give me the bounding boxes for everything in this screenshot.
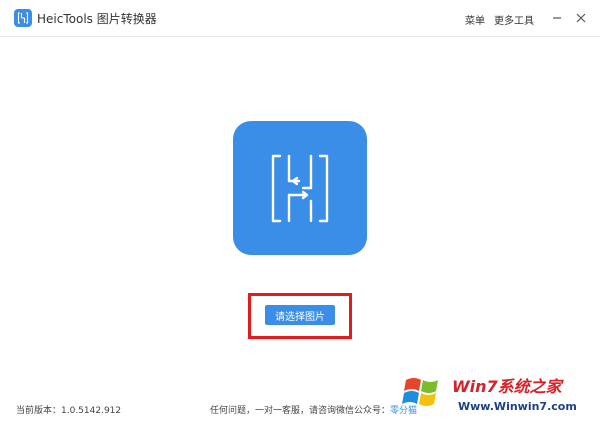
- menu-button[interactable]: 菜单: [465, 12, 485, 27]
- watermark-url: Www.Winwin7.com: [458, 400, 577, 413]
- title-bar: HeicTools 图片转换器 菜单 更多工具: [0, 0, 600, 37]
- select-image-button[interactable]: 请选择图片: [265, 305, 335, 325]
- minimize-icon[interactable]: [550, 10, 564, 24]
- contact-text: 任何问题，一对一客服，请咨询微信公众号：零分猫: [210, 403, 417, 416]
- close-icon[interactable]: [574, 10, 588, 24]
- heic-logo-icon: [14, 9, 32, 27]
- more-tools-button[interactable]: 更多工具: [494, 12, 534, 27]
- app-title: HeicTools 图片转换器: [37, 12, 157, 26]
- watermark-brand: Win7系统之家: [452, 377, 562, 396]
- contact-prefix: 任何问题，一对一客服，请咨询微信公众号：: [210, 406, 391, 416]
- windows-logo-icon: [400, 372, 446, 412]
- version-text: 当前版本：1.0.5142.912: [16, 406, 122, 416]
- heic-convert-icon: [233, 121, 367, 255]
